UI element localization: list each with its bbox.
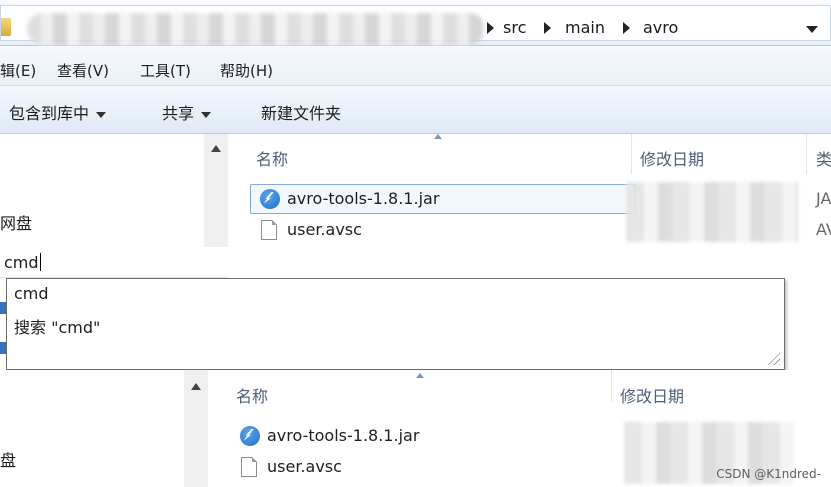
include-in-library-label: 包含到库中 (9, 104, 90, 123)
chevron-down-icon (201, 111, 212, 118)
nav-item-netdisk[interactable]: 网盘 (0, 210, 32, 234)
address-bar[interactable]: src main avro (0, 5, 831, 45)
share-button[interactable]: 共享 (162, 100, 212, 124)
chevron-right-icon[interactable] (623, 22, 630, 34)
search-input-value: cmd (4, 253, 39, 272)
file-name[interactable]: avro-tools-1.8.1.jar (267, 426, 419, 445)
column-divider[interactable] (631, 134, 632, 174)
resize-grip-icon[interactable] (766, 351, 780, 365)
chevron-down-icon[interactable] (806, 26, 818, 33)
blurred-date (626, 182, 798, 242)
chevron-right-icon[interactable] (487, 22, 494, 34)
file-type: JA (816, 189, 831, 208)
nav-scrollbar[interactable] (184, 370, 208, 487)
file-name[interactable]: avro-tools-1.8.1.jar (287, 189, 439, 208)
scroll-up-icon[interactable] (191, 383, 201, 390)
background-gap (228, 247, 831, 278)
blurred-path (27, 13, 485, 45)
navigation-pane-lower: 盘 (0, 370, 208, 487)
breadcrumb-main[interactable]: main (565, 18, 605, 37)
watermark: CSDN @K1ndred- (716, 467, 821, 481)
text-caret (39, 253, 41, 271)
menu-view[interactable]: 查看(V) (57, 60, 109, 81)
autocomplete-item[interactable]: cmd (14, 284, 49, 303)
autocomplete-search-item[interactable]: 搜索 "cmd" (14, 314, 100, 338)
menu-help[interactable]: 帮助(H) (220, 60, 273, 81)
chevron-down-icon (96, 111, 107, 118)
new-folder-button[interactable]: 新建文件夹 (261, 100, 341, 124)
menu-edit[interactable]: 辑(E) (0, 60, 36, 81)
search-input[interactable]: cmd (0, 247, 228, 278)
file-list: 名称 修改日期 类 avro-tools-1.8.1.jar JA user.a… (228, 134, 831, 247)
breadcrumb-src[interactable]: src (503, 18, 526, 37)
folder-icon (1, 18, 11, 36)
nav-scrollbar[interactable] (204, 134, 228, 247)
file-type: AV (816, 220, 831, 239)
command-toolbar: 包含到库中 共享 新建文件夹 (0, 86, 831, 134)
column-header-modified[interactable]: 修改日期 (620, 383, 684, 407)
document-icon (241, 457, 257, 477)
column-header-modified[interactable]: 修改日期 (640, 146, 704, 170)
jar-icon (260, 189, 280, 209)
chevron-right-icon[interactable] (544, 22, 551, 34)
file-name[interactable]: user.avsc (287, 220, 362, 239)
file-name[interactable]: user.avsc (267, 457, 342, 476)
column-header-name[interactable]: 名称 (256, 146, 288, 170)
document-icon (261, 220, 277, 240)
column-header-name[interactable]: 名称 (236, 383, 268, 407)
sort-ascending-icon (416, 373, 424, 378)
sort-ascending-icon (434, 134, 442, 139)
column-divider[interactable] (611, 370, 612, 402)
share-label: 共享 (162, 104, 195, 123)
navigation-pane: 网盘 (0, 134, 228, 247)
menu-bar: 辑(E) 查看(V) 工具(T) 帮助(H) (0, 46, 831, 86)
column-divider[interactable] (806, 134, 807, 174)
nav-item-drive[interactable]: 盘 (0, 447, 16, 471)
address-bar-area: src main avro (0, 0, 831, 46)
column-header-type[interactable]: 类 (816, 146, 831, 170)
breadcrumb-avro[interactable]: avro (643, 18, 678, 37)
jar-icon (240, 426, 260, 446)
menu-tools[interactable]: 工具(T) (140, 60, 191, 81)
scroll-up-icon[interactable] (211, 145, 221, 152)
autocomplete-dropdown: cmd 搜索 "cmd" (6, 278, 785, 370)
include-in-library-button[interactable]: 包含到库中 (9, 100, 107, 124)
